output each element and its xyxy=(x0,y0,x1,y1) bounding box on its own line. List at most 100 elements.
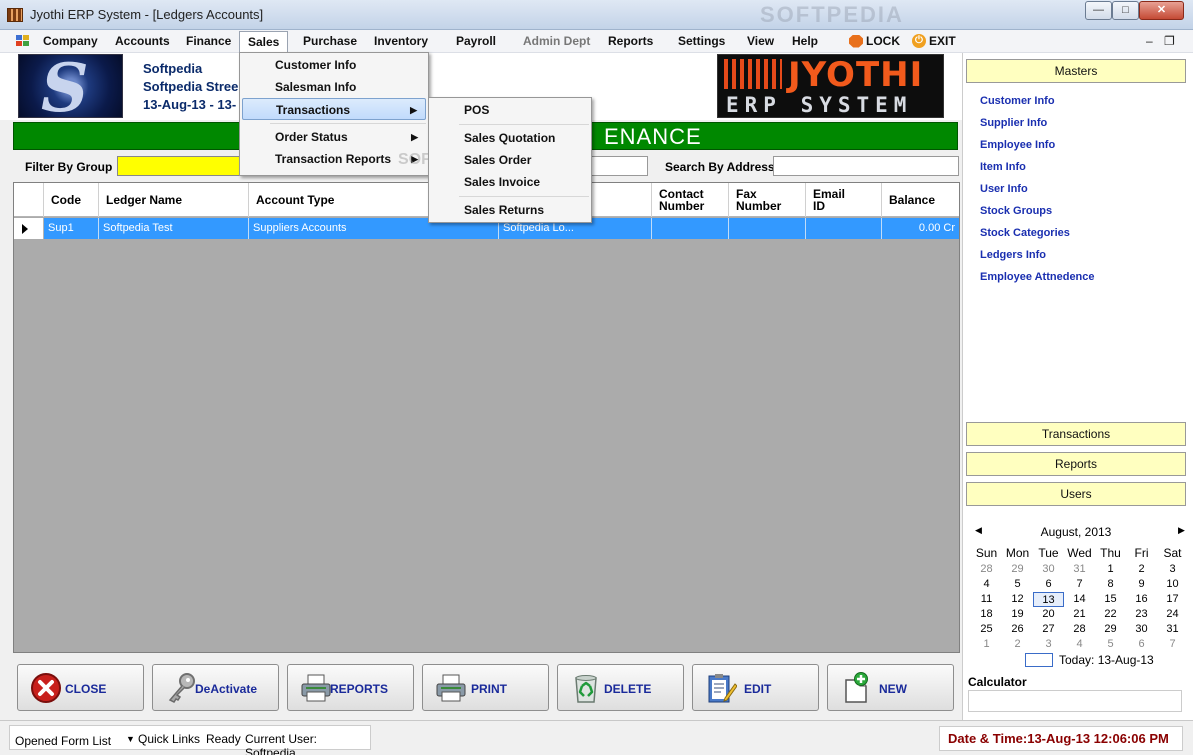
deactivate-button[interactable]: DeActivate xyxy=(152,664,279,711)
cell-code[interactable]: Sup1 xyxy=(44,218,99,239)
master-link-user-info[interactable]: User Info xyxy=(980,183,1028,195)
sales-menu-salesman-info[interactable]: Salesman Info xyxy=(242,76,426,98)
calendar-day[interactable]: 4 xyxy=(1064,637,1095,652)
sales-menu-customer-info[interactable]: Customer Info xyxy=(242,54,426,76)
calendar-day[interactable]: 17 xyxy=(1157,592,1188,607)
master-link-customer-info[interactable]: Customer Info xyxy=(980,95,1055,107)
calendar-day[interactable]: 25 xyxy=(971,622,1002,637)
opened-form-list-dropdown[interactable]: Opened Form List xyxy=(15,734,111,748)
calendar-day[interactable]: 8 xyxy=(1095,577,1126,592)
reports-header[interactable]: Reports xyxy=(966,452,1186,476)
mdi-maximize-button[interactable]: ❐ xyxy=(1164,34,1175,48)
calendar-day[interactable]: 23 xyxy=(1126,607,1157,622)
delete-button[interactable]: DELETE xyxy=(557,664,684,711)
menu-finance[interactable]: Finance xyxy=(186,34,231,48)
transactions-menu-sales-quotation[interactable]: Sales Quotation xyxy=(431,127,589,149)
col-email-id[interactable]: Email ID xyxy=(806,183,882,217)
calendar-day[interactable]: 1 xyxy=(1095,562,1126,577)
calendar-day[interactable]: 29 xyxy=(1095,622,1126,637)
calendar-day[interactable]: 5 xyxy=(1095,637,1126,652)
calendar-day[interactable]: 1 xyxy=(971,637,1002,652)
calendar-day[interactable]: 6 xyxy=(1033,577,1064,592)
menu-settings[interactable]: Settings xyxy=(678,34,725,48)
ledgers-grid[interactable]: Code Ledger Name Account Type State Cont… xyxy=(13,182,960,653)
cell-balance[interactable]: 0.00 Cr xyxy=(882,218,959,239)
calendar-day[interactable]: 31 xyxy=(1064,562,1095,577)
edit-button[interactable]: EDIT xyxy=(692,664,819,711)
master-link-item-info[interactable]: Item Info xyxy=(980,161,1026,173)
calendar-day[interactable]: 24 xyxy=(1157,607,1188,622)
mdi-restore-button[interactable]: ‒ xyxy=(1146,34,1153,48)
master-link-ledgers-info[interactable]: Ledgers Info xyxy=(980,249,1046,261)
calendar-today-link[interactable]: Today: 13-Aug-13 xyxy=(1059,653,1154,667)
mdi-child-icon[interactable] xyxy=(16,35,30,47)
menu-sales[interactable]: Sales xyxy=(239,31,289,53)
cell-email[interactable] xyxy=(806,218,882,239)
calendar-day[interactable]: 2 xyxy=(1126,562,1157,577)
col-code[interactable]: Code xyxy=(44,183,99,217)
search-by-address-input[interactable] xyxy=(773,156,959,176)
reports-button[interactable]: REPORTS xyxy=(287,664,414,711)
calendar-day[interactable]: 31 xyxy=(1157,622,1188,637)
master-link-employee-info[interactable]: Employee Info xyxy=(980,139,1055,151)
menu-reports[interactable]: Reports xyxy=(608,34,653,48)
master-link-stock-groups[interactable]: Stock Groups xyxy=(980,205,1052,217)
calendar-day[interactable]: 28 xyxy=(1064,622,1095,637)
menu-purchase[interactable]: Purchase xyxy=(303,34,357,48)
users-header[interactable]: Users xyxy=(966,482,1186,506)
calendar-day[interactable]: 15 xyxy=(1095,592,1126,607)
cell-ledger-name[interactable]: Softpedia Test xyxy=(99,218,249,239)
menu-accounts[interactable]: Accounts xyxy=(115,34,170,48)
calendar-day[interactable]: 5 xyxy=(1002,577,1033,592)
menu-exit[interactable]: ⏻ EXIT xyxy=(912,34,956,48)
month-calendar[interactable]: ◀ August, 2013 ▶ Sun Mon Tue Wed Thu Fri… xyxy=(966,513,1186,673)
filter-text-input[interactable] xyxy=(590,156,648,176)
menu-view[interactable]: View xyxy=(747,34,774,48)
menu-lock[interactable]: LOCK xyxy=(849,34,900,48)
col-balance[interactable]: Balance xyxy=(882,183,959,217)
menu-payroll[interactable]: Payroll xyxy=(456,34,496,48)
calendar-day[interactable]: 30 xyxy=(1126,622,1157,637)
calendar-day[interactable]: 4 xyxy=(971,577,1002,592)
calendar-day[interactable]: 21 xyxy=(1064,607,1095,622)
calendar-day[interactable]: 20 xyxy=(1033,607,1064,622)
calendar-day[interactable]: 27 xyxy=(1033,622,1064,637)
transactions-menu-pos[interactable]: POS xyxy=(431,99,589,121)
calendar-day[interactable]: 29 xyxy=(1002,562,1033,577)
calendar-day[interactable]: 13 xyxy=(1033,592,1064,607)
new-button[interactable]: NEW xyxy=(827,664,954,711)
menu-admin-dept[interactable]: Admin Dept xyxy=(523,34,590,48)
calendar-day[interactable]: 9 xyxy=(1126,577,1157,592)
calendar-day[interactable]: 14 xyxy=(1064,592,1095,607)
master-link-employee-attendance[interactable]: Employee Attnedence xyxy=(980,271,1095,283)
calendar-day[interactable]: 3 xyxy=(1033,637,1064,652)
minimize-button[interactable]: — xyxy=(1085,1,1112,20)
maximize-button[interactable]: □ xyxy=(1112,1,1139,20)
close-button[interactable]: CLOSE xyxy=(17,664,144,711)
calendar-day[interactable]: 12 xyxy=(1002,592,1033,607)
calendar-day[interactable]: 6 xyxy=(1126,637,1157,652)
calendar-day[interactable]: 16 xyxy=(1126,592,1157,607)
transactions-menu-sales-invoice[interactable]: Sales Invoice xyxy=(431,171,589,193)
calendar-day[interactable]: 22 xyxy=(1095,607,1126,622)
calendar-day[interactable]: 3 xyxy=(1157,562,1188,577)
calendar-next-icon[interactable]: ▶ xyxy=(1178,525,1185,536)
col-contact-number[interactable]: Contact Number xyxy=(652,183,729,217)
menu-company[interactable]: Company xyxy=(43,34,98,48)
masters-header[interactable]: Masters xyxy=(966,59,1186,83)
cell-contact[interactable] xyxy=(652,218,729,239)
calendar-day[interactable]: 10 xyxy=(1157,577,1188,592)
master-link-supplier-info[interactable]: Supplier Info xyxy=(980,117,1047,129)
calendar-day[interactable]: 26 xyxy=(1002,622,1033,637)
filter-by-group-input[interactable] xyxy=(117,156,242,176)
print-button[interactable]: PRINT xyxy=(422,664,549,711)
transactions-header[interactable]: Transactions xyxy=(966,422,1186,446)
sales-menu-order-status[interactable]: Order Status ▶ xyxy=(242,126,426,148)
sales-menu-transactions[interactable]: Transactions ▶ xyxy=(242,98,426,120)
menu-help[interactable]: Help xyxy=(792,34,818,48)
calendar-day[interactable]: 7 xyxy=(1064,577,1095,592)
window-close-button[interactable]: ✕ xyxy=(1139,1,1184,20)
chevron-down-icon[interactable]: ▼ xyxy=(126,734,135,744)
master-link-stock-categories[interactable]: Stock Categories xyxy=(980,227,1070,239)
calendar-day[interactable]: 11 xyxy=(971,592,1002,607)
